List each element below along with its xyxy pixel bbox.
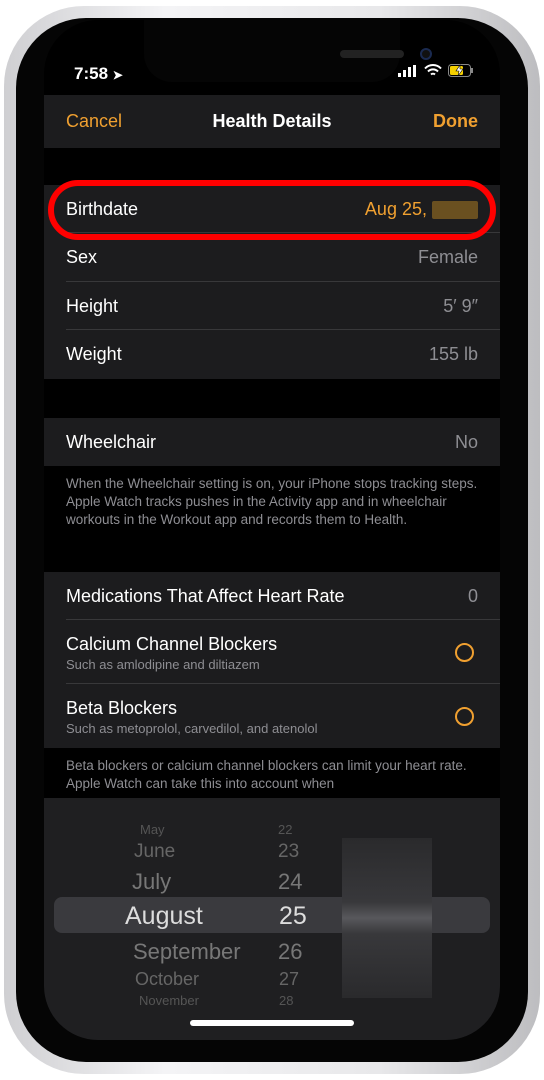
row-value: 155 lb <box>428 344 478 364</box>
weight-row[interactable]: Weight 155 lb <box>44 330 500 379</box>
medications-row[interactable]: Medications That Affect Heart Rate 0 <box>44 572 500 620</box>
row-value: Female <box>417 247 478 267</box>
picker-day[interactable]: 28 <box>279 993 293 1008</box>
calcium-channel-blockers-row[interactable]: Calcium Channel Blockers Such as amlodipi… <box>44 620 500 684</box>
row-subtitle: Such as amlodipine and diltiazem <box>66 657 260 672</box>
status-icons <box>398 64 474 77</box>
camera <box>420 48 432 60</box>
beta-blockers-row[interactable]: Beta Blockers Such as metoprolol, carvedi… <box>44 684 500 748</box>
picker-month[interactable]: October <box>135 969 199 990</box>
wifi-icon <box>424 64 442 76</box>
row-label: Height <box>66 296 119 316</box>
redacted-year-column <box>342 838 432 998</box>
sex-row[interactable]: Sex Female <box>44 233 500 282</box>
picker-day[interactable]: 26 <box>278 939 302 965</box>
picker-selected-month[interactable]: August <box>125 902 203 931</box>
picker-month[interactable]: November <box>139 993 199 1008</box>
date-picker[interactable]: May June July August September October N… <box>44 798 500 1040</box>
page-title: Health Details <box>212 111 332 131</box>
speaker <box>340 50 404 58</box>
nav-bar: Cancel Health Details Done <box>44 95 500 148</box>
picker-month[interactable]: May <box>140 822 165 837</box>
battery-charging-icon <box>448 64 473 77</box>
picker-day[interactable]: 23 <box>278 841 299 863</box>
medications-footer: Beta blockers or calcium channel blocker… <box>66 758 467 791</box>
location-icon: ➤ <box>112 68 123 82</box>
row-value: 5′ 9″ <box>443 296 478 316</box>
row-label: Sex <box>66 247 98 267</box>
notch <box>144 20 432 82</box>
status-time: 7:58 ➤ <box>74 64 123 84</box>
picker-selected-day[interactable]: 25 <box>279 902 307 931</box>
wheelchair-row[interactable]: Wheelchair No <box>44 418 500 466</box>
row-label: Calcium Channel Blockers <box>66 634 278 654</box>
row-value: 0 <box>467 586 478 606</box>
row-label: Medications That Affect Heart Rate <box>66 586 345 606</box>
radio-circle-icon[interactable] <box>455 707 474 726</box>
picker-day[interactable]: 27 <box>279 969 299 990</box>
wheelchair-footer: When the Wheelchair setting is on, your … <box>66 476 478 527</box>
row-subtitle: Such as metoprolol, carvedilol, and aten… <box>66 721 318 736</box>
row-label: Beta Blockers <box>66 698 178 718</box>
picker-day[interactable]: 22 <box>278 822 292 837</box>
home-indicator[interactable] <box>190 1020 354 1026</box>
height-row[interactable]: Height 5′ 9″ <box>44 282 500 330</box>
done-button[interactable]: Done <box>433 111 478 132</box>
highlight-circle <box>48 180 496 240</box>
screen: 7:58 ➤ Cancel Health Details Done Birthd… <box>44 20 500 1040</box>
picker-month[interactable]: June <box>134 841 175 863</box>
picker-month[interactable]: July <box>132 869 171 895</box>
row-value: No <box>454 432 478 452</box>
radio-circle-icon[interactable] <box>455 643 474 662</box>
row-label: Wheelchair <box>66 432 157 452</box>
picker-day[interactable]: 24 <box>278 869 302 895</box>
row-label: Weight <box>66 344 122 364</box>
signal-icon <box>398 64 416 77</box>
picker-month[interactable]: September <box>133 939 241 965</box>
time-text: 7:58 <box>74 64 109 83</box>
